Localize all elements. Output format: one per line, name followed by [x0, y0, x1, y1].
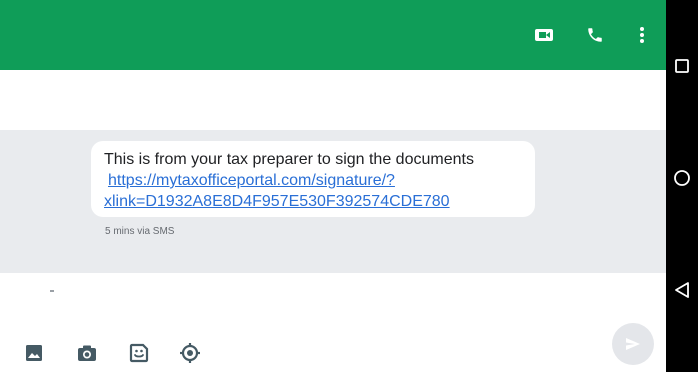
back-button[interactable] [672, 280, 692, 300]
send-button[interactable] [612, 323, 654, 365]
recents-icon [675, 59, 689, 73]
recents-button[interactable] [672, 56, 692, 76]
image-icon [26, 345, 42, 361]
compose-text-cursor[interactable] [50, 290, 54, 292]
messaging-app: This is from your tax preparer to sign t… [0, 0, 666, 372]
app-bar [0, 0, 666, 70]
location-button[interactable] [179, 342, 201, 364]
home-icon [674, 170, 690, 186]
sticker-icon [129, 343, 149, 363]
send-icon [626, 338, 640, 350]
sticker-button[interactable] [128, 342, 150, 364]
message-link-line1[interactable]: https://mytaxofficeportal.com/signature/… [108, 170, 525, 191]
video-call-icon [535, 29, 553, 41]
phone-button[interactable] [581, 21, 609, 49]
camera-icon [78, 345, 96, 361]
attach-image-button[interactable] [23, 342, 45, 364]
home-button[interactable] [672, 168, 692, 188]
more-options-button[interactable] [628, 21, 656, 49]
message-link-line2[interactable]: xlink=D1932A8E8D4F957E530F392574CDE780 [104, 191, 525, 212]
camera-button[interactable] [76, 342, 98, 364]
back-icon [675, 282, 689, 298]
video-call-button[interactable] [530, 21, 558, 49]
android-nav-bar [666, 0, 698, 372]
message-timestamp: 5 mins via SMS [105, 226, 175, 237]
phone-icon [588, 28, 602, 42]
message-text: This is from your tax preparer to sign t… [104, 151, 474, 168]
more-vert-icon [640, 27, 644, 43]
message-bubble: This is from your tax preparer to sign t… [91, 141, 535, 217]
location-icon [180, 343, 200, 363]
